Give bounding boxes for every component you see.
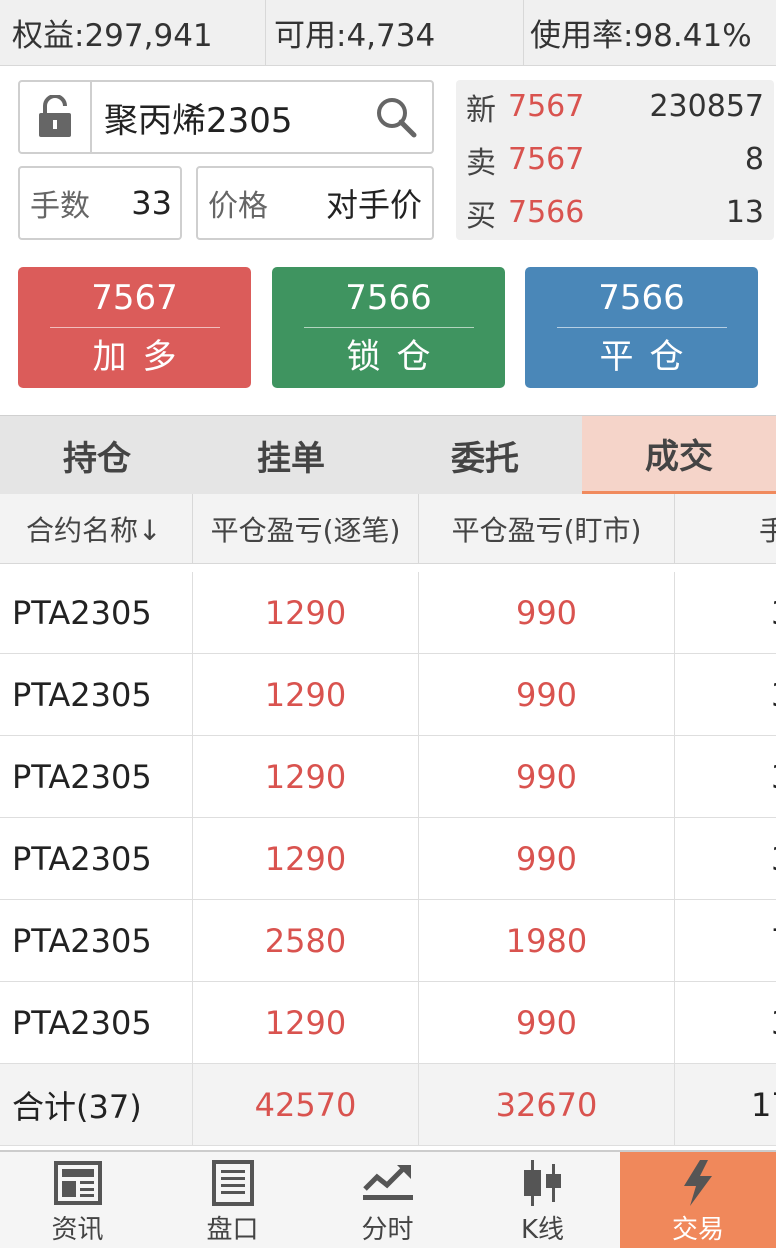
- total-pnl-mtm-cell: 32670: [419, 1064, 675, 1146]
- price-label: 价格: [208, 189, 268, 224]
- tab-pending-orders[interactable]: 挂单: [194, 416, 388, 495]
- contract-cell: PTA2305: [0, 982, 193, 1064]
- pnl-trade-cell: 1290: [193, 654, 419, 736]
- quote-label: 买: [466, 198, 496, 234]
- lots-cell: 3: [675, 736, 776, 818]
- nav-intraday[interactable]: 分时: [310, 1152, 465, 1248]
- header-contract-name[interactable]: 合约名称↓: [0, 494, 193, 563]
- table-row[interactable]: PTA2305 1290 990 3: [0, 654, 776, 736]
- buy-label: 加多: [92, 337, 193, 377]
- contract-cell: PTA2305: [0, 654, 193, 736]
- quote-panel: 新 7567 230857 卖 7567 8 买 7566 13: [456, 80, 774, 240]
- instrument-selector[interactable]: 聚丙烯2305: [18, 80, 434, 154]
- margin-usage: 使用率:98.41%: [530, 18, 752, 54]
- nav-trade-label: 交易: [671, 1214, 724, 1245]
- tab-trades[interactable]: 成交: [582, 416, 776, 495]
- quote-label: 新: [466, 92, 496, 128]
- close-price: 7566: [598, 278, 685, 318]
- trades-table: PTA2305 1290 990 3 PTA2305 1290 990 3 PT…: [0, 572, 776, 1146]
- quote-volume: 230857: [649, 89, 764, 124]
- total-lots-cell: 17: [751, 1086, 776, 1124]
- lock-price: 7566: [345, 278, 432, 318]
- nav-kline-label: K线: [520, 1214, 565, 1245]
- table-header: 合约名称↓ 平仓盈亏(逐笔) 平仓盈亏(盯市) 手: [0, 494, 776, 564]
- pnl-mtm-cell: 990: [419, 982, 675, 1064]
- quantity-value[interactable]: 33: [131, 184, 172, 222]
- orderbook-icon: [211, 1157, 255, 1209]
- table-row[interactable]: PTA2305 1290 990 3: [0, 818, 776, 900]
- nav-orderbook-label: 盘口: [206, 1214, 259, 1245]
- header-lots[interactable]: 手: [675, 494, 776, 563]
- quantity-label: 手数: [30, 189, 90, 224]
- quote-row-ask: 卖 7567 8: [456, 133, 774, 186]
- quote-price: 7567: [508, 142, 585, 177]
- lots-cell: 3: [675, 982, 776, 1064]
- pnl-mtm-cell: 990: [419, 572, 675, 654]
- nav-trade[interactable]: 交易: [620, 1152, 776, 1248]
- nav-orderbook[interactable]: 盘口: [155, 1152, 310, 1248]
- quantity-field[interactable]: 手数 33: [18, 166, 182, 240]
- search-icon[interactable]: [360, 82, 432, 152]
- available-funds: 可用:4,734: [266, 0, 524, 66]
- buy-price: 7567: [91, 278, 178, 318]
- table-row[interactable]: PTA2305 2580 1980 7: [0, 900, 776, 982]
- pnl-trade-cell: 1290: [193, 736, 419, 818]
- nav-kline[interactable]: K线: [465, 1152, 620, 1248]
- unlock-icon[interactable]: [20, 82, 92, 152]
- lightning-icon: [678, 1157, 718, 1209]
- contract-cell: PTA2305: [0, 818, 193, 900]
- pnl-trade-cell: 1290: [193, 982, 419, 1064]
- quote-price: 7566: [508, 195, 585, 230]
- header-close-pnl-mtm[interactable]: 平仓盈亏(盯市): [419, 494, 675, 563]
- quote-volume: 8: [744, 142, 764, 177]
- lots-cell: 3: [675, 654, 776, 736]
- price-field[interactable]: 价格 对手价: [196, 166, 434, 240]
- pnl-mtm-cell: 990: [419, 736, 675, 818]
- price-type-value[interactable]: 对手价: [326, 180, 422, 226]
- bottom-navigation: 资讯 盘口 分时 K线 交易: [0, 1150, 776, 1248]
- tab-orders[interactable]: 委托: [388, 416, 582, 495]
- candlestick-icon: [518, 1157, 568, 1209]
- quote-volume: 13: [725, 195, 764, 230]
- pnl-mtm-cell: 1980: [419, 900, 675, 982]
- account-summary-bar: 权益:297,941 可用:4,734 使用率:98.41%: [0, 0, 776, 66]
- pnl-trade-cell: 2580: [193, 900, 419, 982]
- tab-positions[interactable]: 持仓: [0, 416, 194, 495]
- lots-cell: 7: [675, 900, 776, 982]
- pnl-trade-cell: 1290: [193, 818, 419, 900]
- total-pnl-trade-cell: 42570: [193, 1064, 419, 1146]
- instrument-name[interactable]: 聚丙烯2305: [92, 93, 360, 142]
- contract-cell: PTA2305: [0, 572, 193, 654]
- quote-row-last: 新 7567 230857: [456, 80, 774, 133]
- close-label: 平仓: [599, 337, 700, 377]
- lots-cell: 3: [675, 818, 776, 900]
- total-label-cell: 合计(37): [0, 1064, 193, 1146]
- buy-long-button[interactable]: 7567 加多: [18, 267, 251, 388]
- header-close-pnl-trade[interactable]: 平仓盈亏(逐笔): [193, 494, 419, 563]
- pnl-mtm-cell: 990: [419, 818, 675, 900]
- quote-label: 卖: [466, 145, 496, 181]
- contract-cell: PTA2305: [0, 900, 193, 982]
- table-row[interactable]: PTA2305 1290 990 3: [0, 736, 776, 818]
- quote-price: 7567: [508, 89, 585, 124]
- pnl-mtm-cell: 990: [419, 654, 675, 736]
- quote-row-bid: 买 7566 13: [456, 186, 774, 239]
- equity-value: 权益:297,941: [0, 0, 266, 66]
- nav-intraday-label: 分时: [361, 1214, 414, 1245]
- table-total-row: 合计(37) 42570 32670 17: [0, 1064, 776, 1146]
- lock-label: 锁仓: [346, 337, 447, 377]
- nav-news-label: 资讯: [51, 1214, 104, 1245]
- lots-cell: 3: [675, 572, 776, 654]
- close-position-button[interactable]: 7566 平仓: [525, 267, 758, 388]
- intraday-chart-icon: [361, 1157, 415, 1209]
- records-tab-bar: 持仓 挂单 委托 成交: [0, 415, 776, 495]
- contract-cell: PTA2305: [0, 736, 193, 818]
- pnl-trade-cell: 1290: [193, 572, 419, 654]
- news-icon: [53, 1157, 103, 1209]
- lock-position-button[interactable]: 7566 锁仓: [272, 267, 505, 388]
- table-row[interactable]: PTA2305 1290 990 3: [0, 982, 776, 1064]
- nav-news[interactable]: 资讯: [0, 1152, 155, 1248]
- table-row[interactable]: PTA2305 1290 990 3: [0, 572, 776, 654]
